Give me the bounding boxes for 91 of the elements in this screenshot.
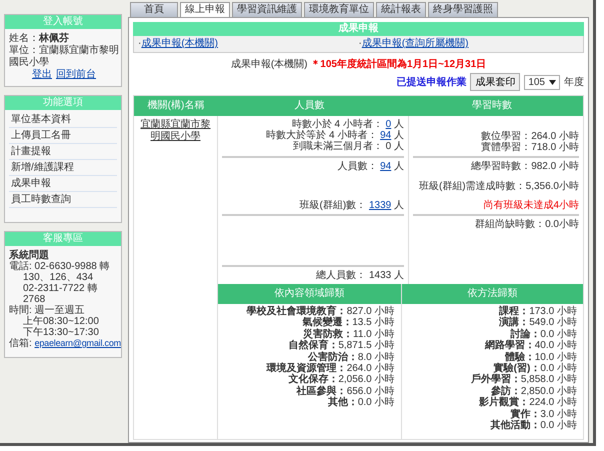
year-select[interactable]: 105 <box>524 74 560 90</box>
tab[interactable]: 終身學習護照 <box>428 2 498 17</box>
panel-title: 功能選項 <box>5 96 121 110</box>
tab[interactable]: 學習資訊維護 <box>232 2 302 17</box>
stat-line: 數位學習：264.0 小時 <box>480 131 579 142</box>
notice-title: 成果申報(本機關) <box>230 59 308 70</box>
stat-line: 演講：549.0 小時 <box>498 317 577 328</box>
contact-text: 系統問題 <box>9 250 50 261</box>
stat-line: 學校及社會環境教育：827.0 小時 <box>246 306 394 317</box>
menu-item[interactable]: 員工時數查詢 <box>9 192 117 208</box>
bullet-text: · <box>358 38 362 49</box>
contact-text: 下午13:30~17:30 <box>22 327 100 338</box>
column-header: 學習時數 <box>400 96 583 116</box>
submitted-link[interactable]: 已提送申報作業 <box>396 75 466 89</box>
stat-label: 時數大於等於 4 小時者： <box>266 130 378 141</box>
tab[interactable]: 線上申報 <box>180 2 230 17</box>
contact-text: 時間: 週一至週五 <box>9 305 86 316</box>
stat-line: 社區參與：656.0 小時 <box>295 386 394 397</box>
stat-line: 參訪：2,850.0 小時 <box>490 386 577 397</box>
count-link[interactable]: 94 <box>380 130 392 141</box>
contact-text: 上午08:30~12:00 <box>22 316 100 327</box>
stat-line: 班級(群組)需達成時數：5,356.0小時 <box>418 180 579 192</box>
unit-text: 人 <box>394 200 404 211</box>
year-label: 年度 <box>564 76 584 89</box>
stat-line: 群組尚缺時數：0.0小時 <box>474 219 579 230</box>
contact-text: 02-2311-7722 轉 <box>22 283 98 294</box>
stat-label: 總人員數： <box>316 270 366 281</box>
stat-line: 氣候變遷：13.5 小時 <box>301 317 394 328</box>
count-text: 1433 <box>368 270 392 281</box>
stat-line: 實驗(習)：0.0 小時 <box>494 363 577 374</box>
report-link[interactable]: 成果申報(查詢所屬機關) <box>362 38 469 49</box>
stat-line: 總學習時數：982.0 小時 <box>470 161 579 172</box>
column-header: 依方法歸類 <box>402 284 583 304</box>
stat-line: 其他活動：0.0 小時 <box>489 420 577 432</box>
section-title: 成果申報 <box>133 22 584 36</box>
count-link[interactable]: 94 <box>380 161 392 172</box>
warning-text: 尚有班級未達成4小時 <box>482 200 579 211</box>
menu-item[interactable]: 計畫提報 <box>9 144 117 160</box>
column-header: 依內容領域歸類 <box>218 284 400 304</box>
stat-line: 環境及資源管理：264.0 小時 <box>265 363 394 374</box>
stat-line: 文化保存：2,056.0 小時 <box>287 374 394 386</box>
unit-text: 人 <box>394 130 404 141</box>
stat-line: 討論：0.0 小時 <box>510 328 577 340</box>
menu-item[interactable]: 上傳員工名冊 <box>9 128 117 144</box>
print-button[interactable]: 成果套印 <box>470 73 520 91</box>
column-header: 人員數 <box>218 96 400 116</box>
nav-link[interactable]: 登出 <box>32 69 52 80</box>
unit-text: 人 <box>394 161 404 172</box>
contact-text: 130、126、434 <box>22 272 94 283</box>
stat-line: 自然保育：5,871.5 小時 <box>287 340 394 352</box>
stat-label: 人員數： <box>337 161 378 172</box>
stat-line: 災害防救：11.0 小時 <box>302 328 394 340</box>
count-link[interactable]: 1339 <box>368 200 392 211</box>
unit-text: 人 <box>394 119 404 130</box>
contact-text: 2768 <box>22 294 46 305</box>
menu-item[interactable]: 新增/維護課程 <box>9 160 117 176</box>
nav-link[interactable]: 回到前台 <box>56 69 96 80</box>
panel-title: 客服專區 <box>5 232 121 246</box>
notice-note: ＊105年度統計區間為1月1日~12月31日 <box>310 59 486 70</box>
stat-line: 實作：3.0 小時 <box>510 408 577 420</box>
bullet-text: · <box>138 38 142 49</box>
contact-text: 信箱: <box>9 338 33 349</box>
user-unit: 單位：宜蘭縣宜蘭市黎明國民小學 <box>9 45 119 68</box>
unit-text: 人 <box>394 270 404 281</box>
caret-icon <box>549 80 556 84</box>
menu-item[interactable]: 單位基本資料 <box>9 112 117 128</box>
unit-text: 人 <box>394 141 404 152</box>
tab[interactable]: 統計報表 <box>376 2 426 17</box>
column-header: 機關(構)名稱 <box>134 96 218 116</box>
stat-line: 其他：0.0 小時 <box>326 397 394 409</box>
stat-line: 戶外學習：5,858.0 小時 <box>470 374 577 386</box>
menu-item[interactable]: 成果申報 <box>9 176 117 192</box>
report-link[interactable]: 成果申報(本機關) <box>141 38 218 49</box>
contact-text: 電話: 02-6630-9988 轉 <box>9 261 111 272</box>
stat-line: 實體學習：718.0 小時 <box>480 142 579 153</box>
stat-line: 影片觀賞：224.0 小時 <box>478 397 577 408</box>
user-name: 姓名：林佩芬 <box>9 33 70 44</box>
org-link[interactable]: 宜蘭縣宜蘭市黎明國民小學 <box>138 119 213 143</box>
email-link[interactable]: epaelearn@gmail.com <box>34 338 121 348</box>
count-text: 0 <box>386 141 392 152</box>
count-link[interactable]: 0 <box>386 119 392 130</box>
stat-label: 到職未滿三個月者： <box>292 141 383 152</box>
stat-line: 網路學習：40.0 小時 <box>484 340 577 352</box>
tab[interactable]: 首頁 <box>130 2 178 17</box>
panel-title: 登入帳號 <box>5 15 121 29</box>
stat-line: 公害防治：8.0 小時 <box>308 352 394 363</box>
stat-label: 班級(群組)數： <box>300 200 366 211</box>
stat-line: 課程：173.0 小時 <box>498 306 577 317</box>
tab[interactable]: 環境教育單位 <box>304 2 374 17</box>
stat-label: 時數小於 4 小時者： <box>292 119 383 130</box>
stat-line: 體驗：10.0 小時 <box>504 352 577 363</box>
